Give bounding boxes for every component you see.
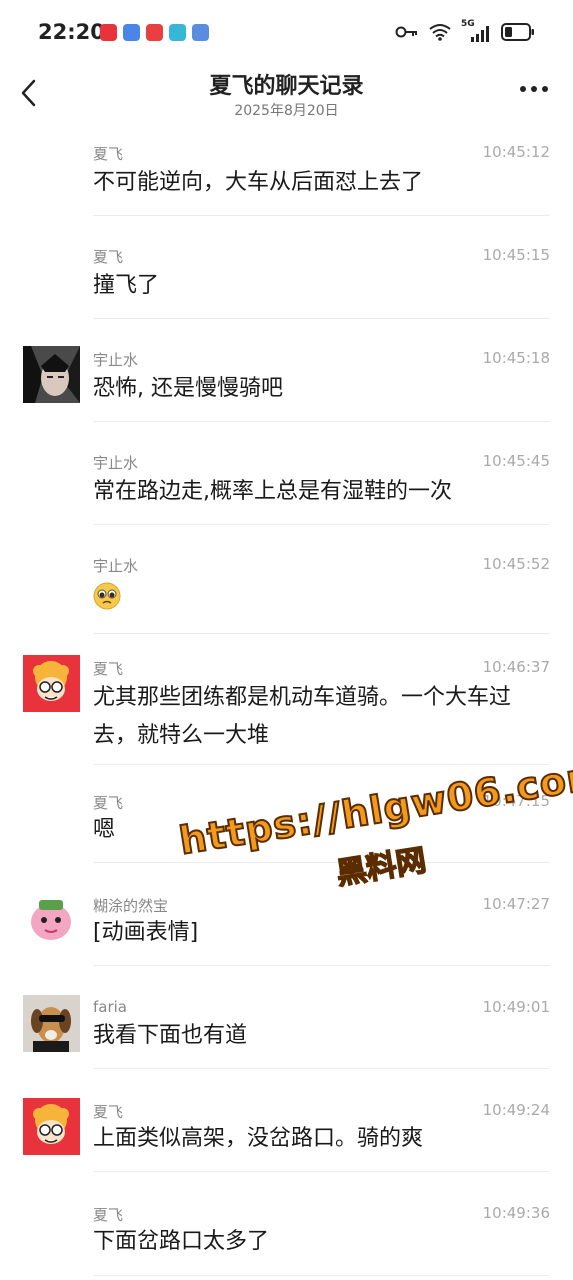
video-icon <box>146 24 163 41</box>
key-icon <box>395 26 417 38</box>
message-text: 恐怖, 还是慢慢骑吧 <box>93 376 283 401</box>
message-time: 10:45:18 <box>482 349 550 367</box>
message-time: 10:45:15 <box>482 246 550 264</box>
more-options-icon[interactable] <box>519 84 549 94</box>
message-sender: 夏飞 <box>93 1206 124 1224</box>
app-blue-icon <box>123 24 140 41</box>
message-sender: 夏飞 <box>93 248 124 266</box>
message-item[interactable]: 宇止水 10:45:18 恐怖, 还是慢慢骑吧 <box>0 344 573 422</box>
chat-header: 夏飞的聊天记录 2025年8月20日 <box>0 64 573 126</box>
divider <box>93 215 550 216</box>
wifi-icon <box>429 24 451 41</box>
message-time: 10:49:36 <box>482 1204 550 1222</box>
page-title: 夏飞的聊天记录 <box>209 74 364 99</box>
message-text: 不可能逆向，大车从后面怼上去了 <box>93 170 424 195</box>
watermark-name: 黑料网 <box>333 842 429 892</box>
divider <box>93 633 550 634</box>
book-icon <box>169 24 186 41</box>
message-sender: 夏飞 <box>93 660 124 678</box>
message-time: 10:47:27 <box>482 895 550 913</box>
divider <box>93 524 550 525</box>
message-text: 上面类似高架，没岔路口。骑的爽 <box>93 1126 424 1151</box>
message-item[interactable]: 夏飞 10:45:15 撞飞了 <box>0 241 573 319</box>
dog-avatar[interactable] <box>23 995 80 1052</box>
message-sender: 夏飞 <box>93 794 124 812</box>
message-time: 10:46:37 <box>482 658 550 676</box>
message-text: 常在路边走,概率上总是有湿鞋的一次 <box>93 479 452 504</box>
message-item[interactable]: 宇止水 10:45:45 常在路边走,概率上总是有湿鞋的一次 <box>0 447 573 525</box>
anime-avatar[interactable] <box>23 346 80 403</box>
divider <box>93 318 550 319</box>
message-sender: 宇止水 <box>93 454 139 472</box>
cartoon-avatar[interactable] <box>23 1098 80 1155</box>
message-item[interactable]: faria 10:49:01 我看下面也有道 <box>0 993 573 1069</box>
pleading-face-emoji <box>93 582 121 610</box>
cartoon-avatar[interactable] <box>23 655 80 712</box>
page-subtitle-date: 2025年8月20日 <box>234 103 339 119</box>
notification-icons <box>100 24 209 41</box>
message-time: 10:45:12 <box>482 143 550 161</box>
xiaohongshu-icon <box>100 24 117 41</box>
message-sender: 糊涂的然宝 <box>93 897 169 915</box>
divider <box>93 421 550 422</box>
divider <box>93 1171 550 1172</box>
divider <box>93 965 550 966</box>
message-text: 我看下面也有道 <box>93 1023 248 1048</box>
message-item[interactable]: 夏飞 10:49:24 上面类似高架，没岔路口。骑的爽 <box>0 1096 573 1172</box>
signal-icon: 5G <box>461 19 491 42</box>
message-sender: 夏飞 <box>93 145 124 163</box>
message-sender: 宇止水 <box>93 557 139 575</box>
message-sender: faria <box>93 998 127 1016</box>
message-item[interactable]: 宇止水 10:45:52 <box>0 550 573 634</box>
app-blue-icon <box>192 24 209 41</box>
divider <box>93 1068 550 1069</box>
system-icons: 5G <box>395 19 535 42</box>
message-item[interactable]: 夏飞 10:45:12 不可能逆向，大车从后面怼上去了 <box>0 138 573 216</box>
message-text: 下面岔路口太多了 <box>93 1229 270 1254</box>
message-sender: 宇止水 <box>93 351 139 369</box>
pink-avatar[interactable] <box>23 892 80 949</box>
message-item[interactable]: 夏飞 10:49:36 下面岔路口太多了 <box>0 1199 573 1277</box>
message-time: 10:45:45 <box>482 452 550 470</box>
message-time: 10:49:24 <box>482 1101 550 1119</box>
divider <box>93 1275 550 1276</box>
message-text: [动画表情] <box>93 920 199 945</box>
message-time: 10:45:52 <box>482 555 550 573</box>
message-time: 10:49:01 <box>482 998 550 1016</box>
message-sender: 夏飞 <box>93 1103 124 1121</box>
status-time: 22:20 <box>38 20 105 44</box>
message-text: 撞飞了 <box>93 273 160 298</box>
status-bar: 22:20 5G <box>0 0 573 64</box>
battery-icon <box>501 23 534 41</box>
